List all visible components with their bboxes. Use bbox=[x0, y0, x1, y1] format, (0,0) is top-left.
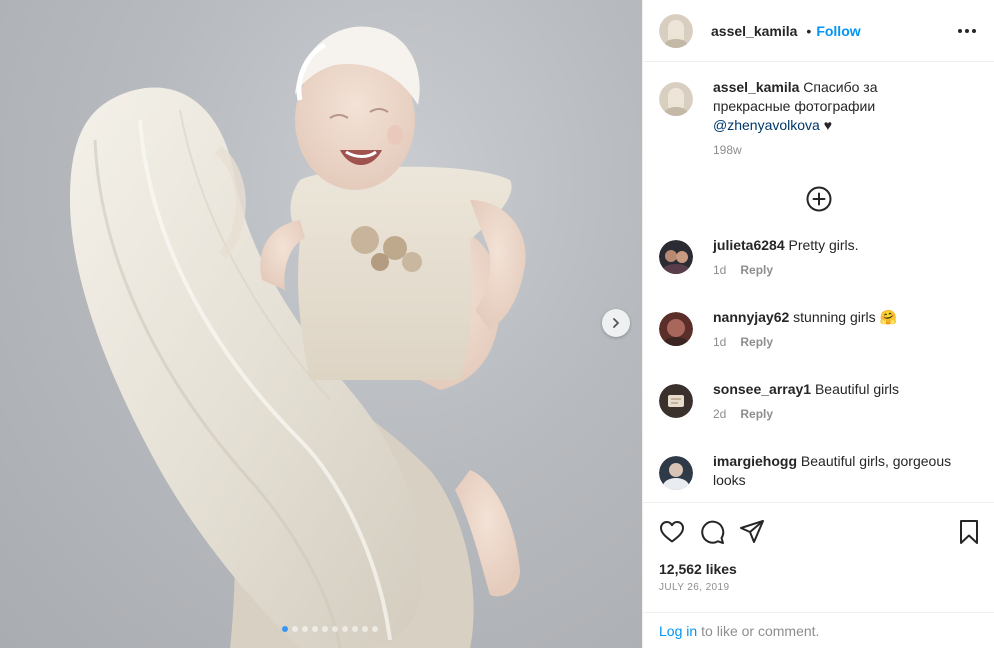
author-username[interactable]: assel_kamila bbox=[711, 23, 797, 39]
comment-age: 1d bbox=[713, 263, 727, 277]
carousel-dot bbox=[292, 626, 298, 632]
login-prompt-text: to like or comment. bbox=[701, 622, 820, 639]
carousel-dot bbox=[282, 626, 288, 632]
share-icon[interactable] bbox=[739, 519, 765, 545]
post-date[interactable]: JULY 26, 2019 bbox=[659, 582, 978, 593]
login-link[interactable]: Log in bbox=[659, 623, 697, 639]
carousel-indicator bbox=[0, 626, 642, 632]
comment-username[interactable]: julieta6284 bbox=[713, 237, 785, 253]
comment-age: 2d bbox=[713, 407, 727, 421]
post-side-panel: assel_kamila • Follow assel_kamila Спаси… bbox=[642, 0, 994, 648]
carousel-dot bbox=[372, 626, 378, 632]
comment-item: julieta6284 Pretty girls. 1d Reply bbox=[659, 236, 978, 308]
heart-icon[interactable] bbox=[659, 520, 685, 544]
comment-age: 1d bbox=[713, 335, 727, 349]
carousel-dot bbox=[352, 626, 358, 632]
ellipsis-icon[interactable] bbox=[956, 23, 978, 39]
likes-section: 12,562 likes JULY 26, 2019 bbox=[643, 560, 994, 612]
comment-text: Beautiful girls bbox=[814, 381, 900, 397]
bookmark-icon[interactable] bbox=[958, 519, 980, 545]
post-caption: assel_kamila Спасибо за прекрасные фотог… bbox=[659, 78, 978, 184]
comments-list[interactable]: assel_kamila Спасибо за прекрасные фотог… bbox=[643, 62, 994, 502]
chevron-right-icon bbox=[613, 318, 619, 328]
carousel-dot bbox=[342, 626, 348, 632]
reply-button[interactable]: Reply bbox=[740, 405, 773, 424]
separator-dot: • bbox=[806, 22, 812, 39]
post-media[interactable] bbox=[0, 0, 642, 648]
comment-username[interactable]: nannyjay62 bbox=[713, 309, 789, 325]
carousel-dot bbox=[332, 626, 338, 632]
comment-text: stunning girls 🤗 bbox=[793, 309, 897, 325]
likes-count[interactable]: 12,562 likes bbox=[659, 560, 978, 578]
plus-circle-icon[interactable] bbox=[806, 186, 832, 212]
carousel-dot bbox=[322, 626, 328, 632]
avatar[interactable] bbox=[659, 13, 693, 48]
avatar[interactable] bbox=[659, 82, 693, 116]
reply-button[interactable]: Reply bbox=[740, 333, 773, 352]
avatar[interactable] bbox=[659, 456, 693, 490]
carousel-dot bbox=[302, 626, 308, 632]
login-prompt: Log in to like or comment. bbox=[643, 612, 994, 648]
instagram-post-modal: assel_kamila • Follow assel_kamila Спаси… bbox=[0, 0, 994, 648]
carousel-dot bbox=[312, 626, 318, 632]
load-more-comments bbox=[659, 184, 978, 236]
carousel-dot bbox=[362, 626, 368, 632]
post-photo bbox=[70, 26, 526, 648]
caption-username[interactable]: assel_kamila bbox=[713, 79, 799, 95]
comment-icon[interactable] bbox=[699, 519, 725, 545]
avatar[interactable] bbox=[659, 384, 693, 418]
caption-age: 198w bbox=[713, 143, 742, 157]
avatar[interactable] bbox=[659, 240, 693, 274]
post-header: assel_kamila • Follow bbox=[643, 0, 994, 62]
post-actions bbox=[643, 502, 994, 560]
caption-mention[interactable]: @zhenyavolkova bbox=[713, 117, 820, 133]
comment-item: imargiehogg Beautiful girls, gorgeous lo… bbox=[659, 452, 978, 502]
comment-username[interactable]: imargiehogg bbox=[713, 453, 797, 469]
comment-username[interactable]: sonsee_array1 bbox=[713, 381, 811, 397]
reply-button[interactable]: Reply bbox=[740, 261, 773, 280]
comment-item: nannyjay62 stunning girls 🤗 1d Reply bbox=[659, 308, 978, 380]
heart-glyph: ♥ bbox=[823, 117, 833, 133]
follow-button[interactable]: Follow bbox=[816, 23, 860, 39]
next-slide-button[interactable] bbox=[602, 309, 630, 337]
comment-item: sonsee_array1 Beautiful girls 2d Reply bbox=[659, 380, 978, 452]
comment-text: Pretty girls. bbox=[788, 237, 859, 253]
avatar[interactable] bbox=[659, 312, 693, 346]
